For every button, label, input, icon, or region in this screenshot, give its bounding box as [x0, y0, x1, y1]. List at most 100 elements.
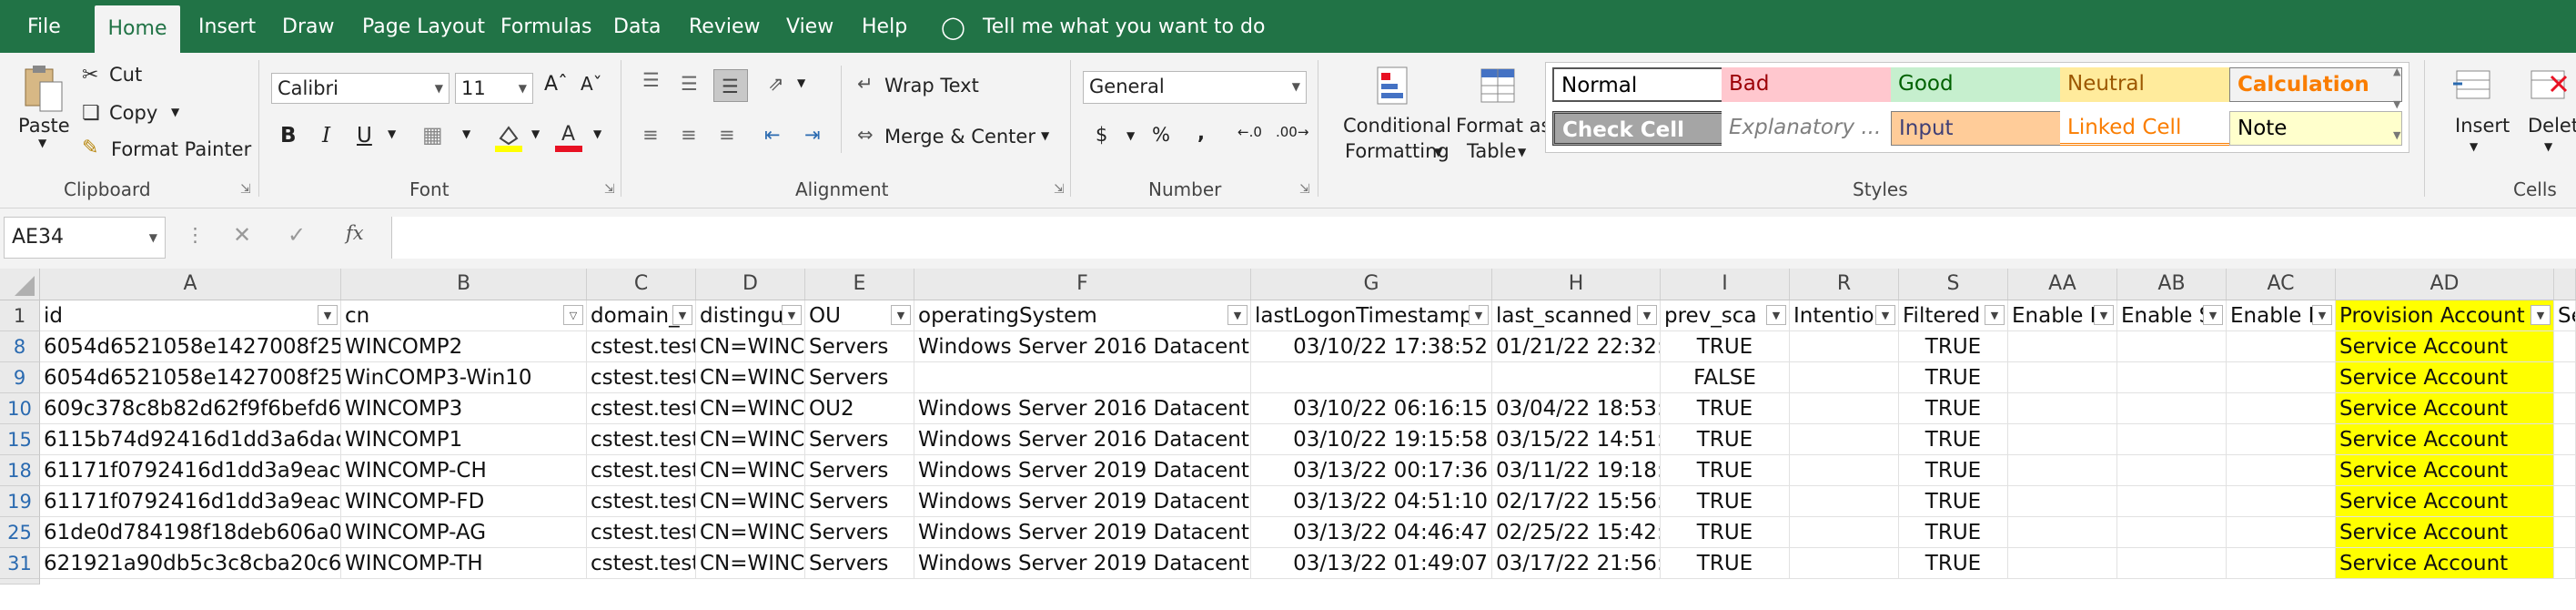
merge-center-button[interactable]: Merge & Center [884, 126, 1035, 147]
column-header-e[interactable]: E [805, 269, 914, 300]
insert-cells-button[interactable]: Insert [2455, 115, 2510, 137]
table-cell[interactable]: Servers [805, 517, 914, 548]
table-cell[interactable]: cstest.test [587, 517, 696, 548]
styles-gallery-scroll[interactable]: ▲ ▼ ▼ [2391, 64, 2408, 151]
table-cell[interactable]: Windows Server 2019 Datacenter [914, 517, 1251, 548]
column-header-partial[interactable] [2554, 269, 2576, 300]
table-cell[interactable]: Windows Server 2016 Datacenter [914, 393, 1251, 424]
filter-dropdown-icon[interactable]: ▼ [2312, 305, 2332, 325]
column-header-ab[interactable]: AB [2117, 269, 2227, 300]
style-normal[interactable]: Normal [1552, 67, 1725, 102]
currency-dropdown-icon[interactable]: ▼ [1126, 129, 1135, 142]
style-calculation[interactable]: Calculation [2229, 67, 2402, 102]
table-cell[interactable]: Service Account [2336, 393, 2554, 424]
table-cell[interactable]: Service Account [2336, 455, 2554, 486]
table-cell[interactable]: Service Account [2336, 486, 2554, 517]
table-cell[interactable]: Service Account [2336, 548, 2554, 579]
column-header-f[interactable]: F [914, 269, 1251, 300]
format-as-table-icon[interactable] [1478, 64, 1520, 109]
wrap-text-button[interactable]: Wrap Text [884, 75, 979, 97]
table-header-cell[interactable]: Filtered ▼ [1899, 300, 2008, 331]
table-cell[interactable]: 6115b74d92416d1dd3a6dac0 [40, 424, 341, 455]
table-cell[interactable]: 03/10/22 17:38:52 [1251, 331, 1492, 362]
table-cell[interactable]: WINCOMP3 [341, 393, 587, 424]
table-cell[interactable]: TRUE [1899, 517, 2008, 548]
table-cell[interactable]: Service Account [2336, 331, 2554, 362]
tell-me-search[interactable]: Tell me what you want to do [983, 0, 1265, 53]
table-header-cell[interactable]: distingu ▼ [696, 300, 805, 331]
row-header[interactable]: 25 [0, 517, 40, 548]
table-cell[interactable]: TRUE [1661, 393, 1790, 424]
align-left-icon[interactable]: ≡ [642, 124, 659, 146]
table-cell[interactable]: TRUE [1661, 331, 1790, 362]
row-header[interactable]: 10 [0, 393, 40, 424]
table-cell[interactable] [1251, 362, 1492, 393]
insert-function-button[interactable]: fx [346, 222, 364, 244]
table-cell[interactable]: 03/10/22 19:15:58 [1251, 424, 1492, 455]
formula-input[interactable] [391, 217, 2576, 259]
column-header-aa[interactable]: AA [2008, 269, 2117, 300]
table-cell[interactable] [2117, 362, 2227, 393]
increase-indent-icon[interactable]: ⇥ [804, 124, 821, 146]
delete-cells-dropdown-icon[interactable]: ▼ [2544, 140, 2552, 153]
table-cell[interactable]: Windows Server 2016 Datacenter [914, 424, 1251, 455]
paste-dropdown-icon[interactable]: ▼ [38, 137, 46, 149]
table-cell[interactable]: Service Account [2336, 517, 2554, 548]
table-header-cell[interactable]: cn ▽ [341, 300, 587, 331]
column-header-r[interactable]: R [1790, 269, 1899, 300]
conditional-formatting-label-1[interactable]: Conditional [1343, 115, 1451, 137]
table-cell[interactable]: Servers [805, 424, 914, 455]
tab-review[interactable]: Review [689, 0, 761, 53]
table-cell[interactable]: WINCOMP-CH [341, 455, 587, 486]
format-as-table-label-2[interactable]: Table [1467, 140, 1516, 162]
table-cell[interactable]: WINCOMP-AG [341, 517, 587, 548]
table-cell[interactable] [1790, 517, 1899, 548]
filter-dropdown-icon[interactable]: ▼ [891, 305, 911, 325]
table-cell[interactable] [2554, 393, 2576, 424]
table-cell[interactable]: 61171f0792416d1dd3a9eac7 [40, 455, 341, 486]
column-header-h[interactable]: H [1492, 269, 1661, 300]
table-cell[interactable] [1790, 548, 1899, 579]
filter-dropdown-icon[interactable]: ▼ [318, 305, 338, 325]
insert-cells-dropdown-icon[interactable]: ▼ [2470, 140, 2478, 153]
table-cell[interactable]: CN=WINCO [696, 331, 805, 362]
table-cell[interactable]: TRUE [1899, 393, 2008, 424]
table-cell[interactable] [2117, 486, 2227, 517]
table-cell[interactable] [1790, 486, 1899, 517]
table-cell[interactable] [1790, 455, 1899, 486]
table-cell[interactable] [2227, 362, 2336, 393]
format-as-table-label-1[interactable]: Format as [1456, 115, 1551, 137]
table-cell[interactable]: 61171f0792416d1dd3a9eac9 [40, 486, 341, 517]
row-header-1[interactable]: 1 [0, 300, 40, 331]
table-cell[interactable] [2117, 424, 2227, 455]
cut-button[interactable]: Cut [109, 64, 142, 86]
table-cell[interactable]: cstest.test [587, 486, 696, 517]
table-cell[interactable]: Servers [805, 455, 914, 486]
table-cell[interactable] [2008, 486, 2117, 517]
currency-button[interactable]: $ [1096, 124, 1107, 146]
table-cell[interactable] [1790, 331, 1899, 362]
table-cell[interactable] [2554, 331, 2576, 362]
align-top-icon[interactable]: ☰ [642, 69, 660, 91]
table-header-cell[interactable]: Enable S ▼ [2117, 300, 2227, 331]
number-format-select[interactable]: General ▼ [1083, 71, 1307, 104]
table-cell[interactable]: WINCOMP1 [341, 424, 587, 455]
row-header[interactable]: 19 [0, 486, 40, 517]
table-header-cell[interactable]: Se [2554, 300, 2576, 331]
table-cell[interactable]: TRUE [1899, 548, 2008, 579]
style-explanatory[interactable]: Explanatory ... [1722, 111, 1894, 146]
cancel-icon[interactable]: ✕ [233, 222, 251, 248]
number-launcher-icon[interactable]: ⇲ [1299, 182, 1310, 197]
table-cell[interactable] [2008, 548, 2117, 579]
table-cell[interactable]: cstest.test [587, 548, 696, 579]
table-cell[interactable] [2227, 486, 2336, 517]
table-header-cell[interactable]: Provision Account ▼ [2336, 300, 2554, 331]
column-header-a[interactable]: A [40, 269, 341, 300]
row-header[interactable]: 8 [0, 331, 40, 362]
table-cell[interactable]: 02/25/22 15:42:30 [1492, 517, 1661, 548]
align-right-icon[interactable]: ≡ [719, 124, 735, 146]
table-cell[interactable] [2008, 517, 2117, 548]
table-cell[interactable]: 6054d6521058e1427008f253 [40, 331, 341, 362]
table-cell[interactable]: 02/17/22 15:56:59 [1492, 486, 1661, 517]
table-cell[interactable]: CN=WINCO [696, 424, 805, 455]
